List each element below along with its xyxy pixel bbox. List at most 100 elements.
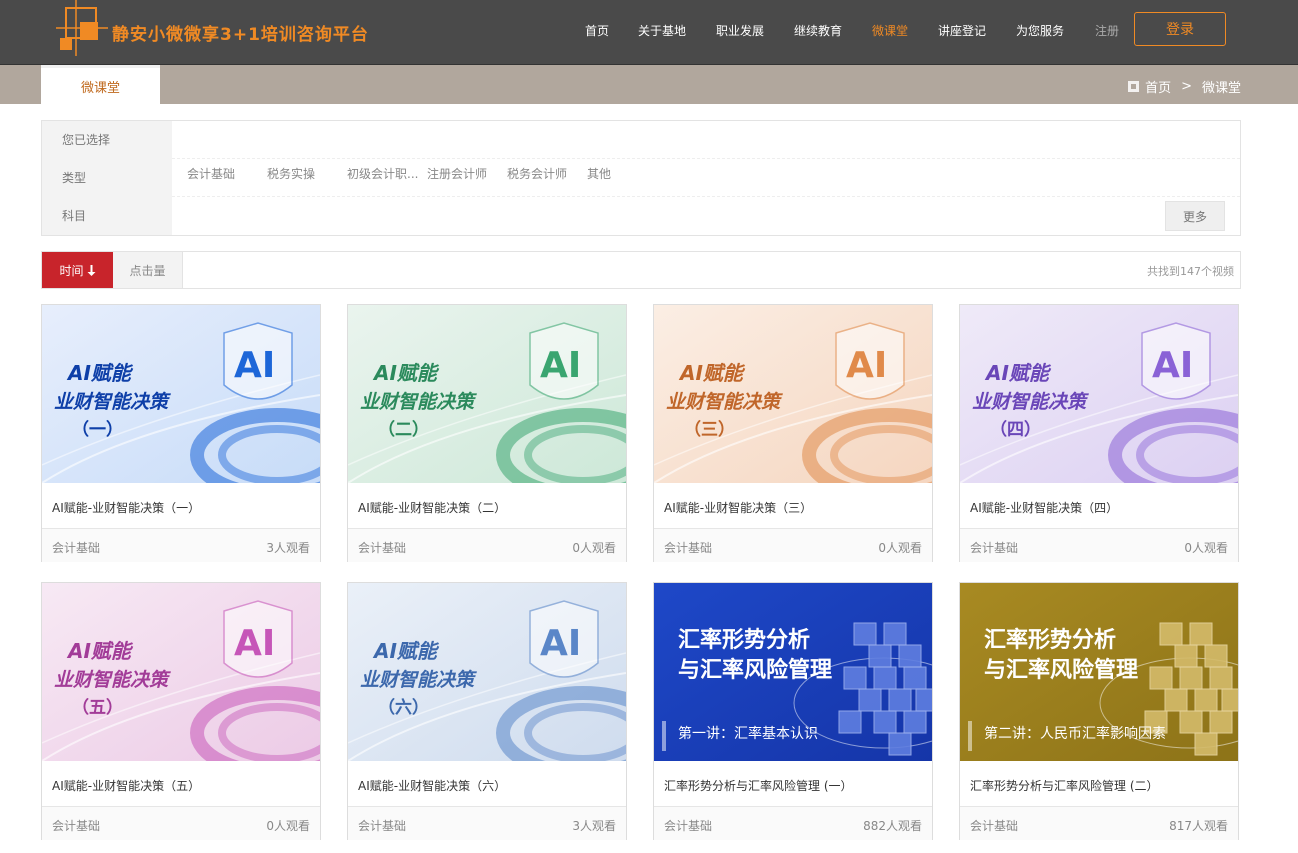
thumb-title-line1: AI赋能 bbox=[68, 361, 131, 385]
breadcrumb-current: 微课堂 bbox=[1201, 81, 1241, 96]
thumb-title-line2: 业财智能决策 bbox=[360, 391, 475, 413]
filter-label-selected: 您已选择 bbox=[42, 121, 172, 159]
video-thumbnail[interactable]: AI赋能 业财智能决策 （四） AI bbox=[960, 305, 1238, 483]
video-category: 会计基础 bbox=[970, 819, 1019, 833]
video-card[interactable]: AI赋能 业财智能决策 （二） AI AI赋能-业财智能决策（二） 会计基础 0… bbox=[347, 304, 627, 562]
breadcrumb-home[interactable]: 首页 bbox=[1145, 77, 1171, 96]
more-button[interactable]: 更多 bbox=[1165, 201, 1225, 231]
nav-item-6[interactable]: 为您服务 bbox=[1016, 22, 1064, 39]
video-title[interactable]: AI赋能-业财智能决策（四） bbox=[970, 499, 1118, 516]
video-title[interactable]: AI赋能-业财智能决策（三） bbox=[664, 499, 812, 516]
video-title[interactable]: 汇率形势分析与汇率风险管理 (一） bbox=[664, 777, 853, 794]
video-views: 3人观看 bbox=[266, 541, 310, 555]
home-icon bbox=[1128, 81, 1140, 92]
type-tag[interactable]: 会计基础 bbox=[187, 165, 235, 182]
filter-label-subject: 科目 bbox=[42, 197, 172, 235]
nav-item-5[interactable]: 讲座登记 bbox=[938, 22, 986, 39]
thumb-title-line1: AI赋能 bbox=[374, 361, 437, 385]
arrow-down-icon bbox=[87, 264, 95, 276]
video-meta: 会计基础 0人观看 bbox=[654, 528, 932, 562]
video-card[interactable]: 汇率形势分析 与汇率风险管理 第一讲：汇率基本认识 汇率形势分析与汇率风险管理 … bbox=[653, 582, 933, 840]
video-thumbnail[interactable]: AI赋能 业财智能决策 （五） AI bbox=[42, 583, 320, 761]
video-thumbnail[interactable]: 汇率形势分析 与汇率风险管理 第二讲：人民币汇率影响因素 bbox=[960, 583, 1238, 761]
video-meta: 会计基础 3人观看 bbox=[42, 528, 320, 562]
filter-row-subject: 科目 更多 bbox=[42, 197, 1240, 235]
thumb-title-line2: 业财智能决策 bbox=[972, 391, 1087, 413]
register-link[interactable]: 注册 bbox=[1095, 22, 1119, 39]
video-category: 会计基础 bbox=[358, 541, 407, 555]
video-category: 会计基础 bbox=[52, 819, 101, 833]
thumb-ai-letters: AI bbox=[234, 345, 276, 386]
video-meta: 会计基础 817人观看 bbox=[960, 806, 1238, 840]
nav-item-2[interactable]: 职业发展 bbox=[716, 22, 764, 39]
video-thumbnail[interactable]: AI赋能 业财智能决策 （一） AI bbox=[42, 305, 320, 483]
video-card[interactable]: AI赋能 业财智能决策 （五） AI AI赋能-业财智能决策（五） 会计基础 0… bbox=[41, 582, 321, 840]
sort-by-time-button[interactable]: 时间 bbox=[42, 252, 113, 288]
video-views: 3人观看 bbox=[572, 819, 616, 833]
video-category: 会计基础 bbox=[358, 819, 407, 833]
nav-item-3[interactable]: 继续教育 bbox=[794, 22, 842, 39]
video-card[interactable]: AI赋能 业财智能决策 （四） AI AI赋能-业财智能决策（四） 会计基础 0… bbox=[959, 304, 1239, 562]
breadcrumb-separator: > bbox=[1181, 79, 1192, 94]
video-title[interactable]: AI赋能-业财智能决策（二） bbox=[358, 499, 506, 516]
video-meta: 会计基础 0人观看 bbox=[348, 528, 626, 562]
video-views: 0人观看 bbox=[266, 819, 310, 833]
thumb-title-line1: AI赋能 bbox=[986, 361, 1049, 385]
thumb-title-line2: 业财智能决策 bbox=[54, 391, 169, 413]
video-views: 817人观看 bbox=[1169, 819, 1228, 833]
video-card[interactable]: AI赋能 业财智能决策 （六） AI AI赋能-业财智能决策（六） 会计基础 3… bbox=[347, 582, 627, 840]
video-views: 882人观看 bbox=[863, 819, 922, 833]
type-tag[interactable]: 初级会计职... bbox=[347, 165, 418, 182]
sub-nav-bar: 微课堂 首页 > 微课堂 bbox=[0, 65, 1298, 104]
thumb-title-line1: AI赋能 bbox=[374, 639, 437, 663]
filter-row-selected: 您已选择 bbox=[42, 121, 1240, 159]
thumb-title-line1: 汇率形势分析 bbox=[984, 628, 1117, 653]
nav-item-1[interactable]: 关于基地 bbox=[638, 22, 686, 39]
type-tag[interactable]: 注册会计师 bbox=[427, 165, 487, 182]
thumb-ai-letters: AI bbox=[540, 345, 582, 386]
thumb-subtitle: 第一讲：汇率基本认识 bbox=[678, 726, 818, 742]
video-thumbnail[interactable]: AI赋能 业财智能决策 （二） AI bbox=[348, 305, 626, 483]
sort-by-hits-button[interactable]: 点击量 bbox=[113, 252, 183, 288]
video-category: 会计基础 bbox=[52, 541, 101, 555]
video-card[interactable]: 汇率形势分析 与汇率风险管理 第二讲：人民币汇率影响因素 汇率形势分析与汇率风险… bbox=[959, 582, 1239, 840]
thumb-number: （一） bbox=[72, 420, 123, 440]
filter-row-type: 类型 会计基础 税务实操 初级会计职... 注册会计师 税务会计师 其他 bbox=[42, 159, 1240, 197]
thumb-title-line2: 业财智能决策 bbox=[54, 669, 169, 691]
filter-panel: 您已选择 类型 会计基础 税务实操 初级会计职... 注册会计师 税务会计师 其他 科目 … bbox=[41, 120, 1241, 236]
video-title[interactable]: 汇率形势分析与汇率风险管理 (二） bbox=[970, 777, 1159, 794]
video-views: 0人观看 bbox=[572, 541, 616, 555]
type-tag[interactable]: 税务会计师 bbox=[507, 165, 567, 182]
thumb-ai-letters: AI bbox=[540, 623, 582, 664]
thumb-number: （三） bbox=[684, 420, 735, 440]
video-card[interactable]: AI赋能 业财智能决策 （三） AI AI赋能-业财智能决策（三） 会计基础 0… bbox=[653, 304, 933, 562]
video-title[interactable]: AI赋能-业财智能决策（六） bbox=[358, 777, 506, 794]
main-nav: 首页 关于基地 职业发展 继续教育 微课堂 讲座登记 为您服务 注册 bbox=[0, 22, 1298, 42]
thumb-number: （五） bbox=[72, 698, 123, 718]
thumb-number: （二） bbox=[378, 420, 429, 440]
nav-item-4[interactable]: 微课堂 bbox=[872, 22, 908, 39]
sort-bar: 时间 点击量 共找到147个视频 bbox=[41, 251, 1241, 289]
video-title[interactable]: AI赋能-业财智能决策（一） bbox=[52, 499, 200, 516]
video-meta: 会计基础 0人观看 bbox=[42, 806, 320, 840]
thumb-number: （四） bbox=[990, 420, 1041, 440]
thumb-ai-letters: AI bbox=[1152, 345, 1194, 386]
video-meta: 会计基础 3人观看 bbox=[348, 806, 626, 840]
video-thumbnail[interactable]: AI赋能 业财智能决策 （六） AI bbox=[348, 583, 626, 761]
thumb-title-line2: 与汇率风险管理 bbox=[984, 658, 1139, 683]
video-meta: 会计基础 882人观看 bbox=[654, 806, 932, 840]
video-thumbnail[interactable]: AI赋能 业财智能决策 （三） AI bbox=[654, 305, 932, 483]
nav-item-0[interactable]: 首页 bbox=[585, 22, 609, 39]
video-card[interactable]: AI赋能 业财智能决策 （一） AI AI赋能-业财智能决策（一） 会计基础 3… bbox=[41, 304, 321, 562]
type-tag[interactable]: 其他 bbox=[587, 165, 611, 182]
video-category: 会计基础 bbox=[664, 819, 713, 833]
video-thumbnail[interactable]: 汇率形势分析 与汇率风险管理 第一讲：汇率基本认识 bbox=[654, 583, 932, 761]
type-tag[interactable]: 税务实操 bbox=[267, 165, 315, 182]
filter-label-type: 类型 bbox=[42, 159, 172, 197]
thumb-number: （六） bbox=[378, 698, 429, 718]
video-title[interactable]: AI赋能-业财智能决策（五） bbox=[52, 777, 200, 794]
tab-micro-class[interactable]: 微课堂 bbox=[41, 65, 160, 104]
result-count: 共找到147个视频 bbox=[1147, 265, 1234, 278]
login-button[interactable]: 登录 bbox=[1134, 12, 1226, 46]
breadcrumb: 首页 > 微课堂 bbox=[1128, 77, 1241, 96]
